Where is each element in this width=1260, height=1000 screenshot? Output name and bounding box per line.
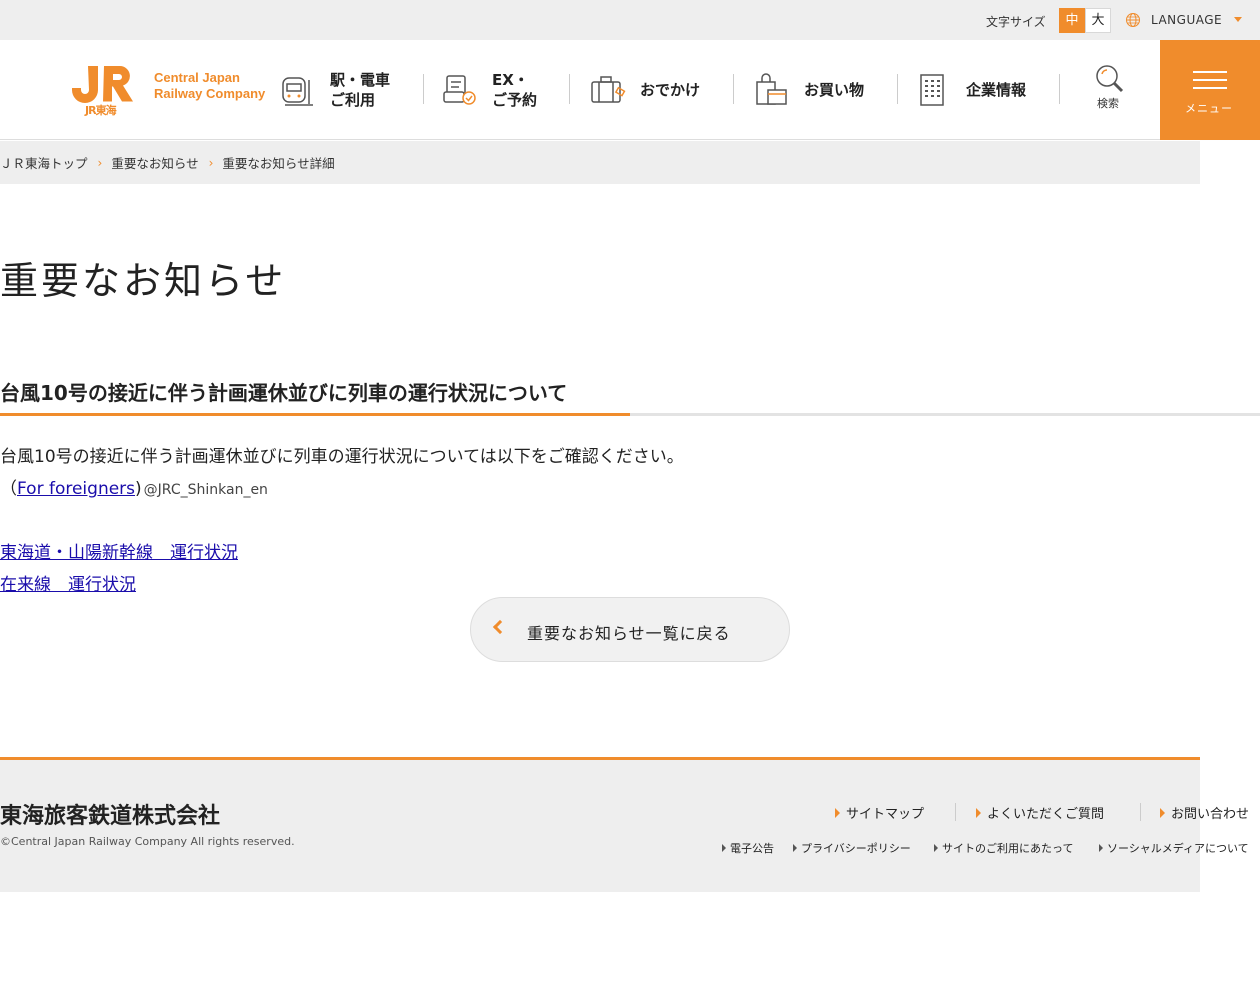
footer-link-sitemap[interactable]: サイトマップ: [835, 803, 924, 822]
caret-right-icon: [976, 807, 981, 818]
nav-label: お買い物: [804, 81, 865, 99]
paren-open: （: [0, 479, 17, 499]
nav-divider: [733, 74, 734, 104]
caret-right-icon: [1099, 844, 1103, 852]
nav-divider: [569, 74, 570, 104]
breadcrumb: ＪＲ東海トップ › 重要なお知らせ › 重要なお知らせ詳細: [0, 141, 1200, 184]
article-title: 台風10号の接近に伴う計画運休並びに列車の運行状況について: [0, 381, 568, 405]
globe-icon: [1126, 13, 1140, 27]
search-icon: [1096, 65, 1124, 93]
nav-ex-reservation[interactable]: EX・ ご予約: [442, 40, 537, 140]
building-icon: [920, 74, 944, 106]
logo-english-name: Central Japan Railway Company: [154, 70, 266, 101]
nav-station-train[interactable]: 駅・電車 ご利用: [280, 40, 390, 140]
page-title: 重要なお知らせ: [0, 259, 287, 303]
site-footer: 東海旅客鉄道株式会社 ©Central Japan Railway Compan…: [0, 757, 1249, 892]
font-size-label: 文字サイズ: [986, 15, 1046, 29]
menu-button[interactable]: メニュー: [1160, 40, 1260, 140]
company-name: 東海旅客鉄道株式会社: [0, 804, 221, 829]
hamburger-icon: [1193, 71, 1227, 73]
menu-label: メニュー: [1185, 102, 1233, 115]
search-label: 検索: [1097, 97, 1119, 110]
footer-link-social-media[interactable]: ソーシャルメディアについて: [1099, 840, 1249, 856]
chevron-left-icon: [492, 619, 508, 635]
back-to-notices-button[interactable]: 重要なお知らせ一覧に戻る: [470, 597, 790, 662]
paren-close: ): [135, 479, 142, 499]
chevron-right-icon: ›: [97, 155, 103, 170]
nav-divider: [1059, 74, 1060, 104]
jr-central-logo[interactable]: JR東海: [70, 64, 142, 117]
nav-label: EX・ ご予約: [492, 71, 538, 109]
footer-link-public-notice[interactable]: 電子公告: [722, 840, 774, 856]
nav-label: 駅・電車 ご利用: [330, 71, 391, 109]
title-underline-accent: [0, 413, 630, 416]
language-selector[interactable]: LANGUAGE: [1125, 12, 1222, 28]
train-icon: [282, 77, 313, 106]
nav-divider: [423, 74, 424, 104]
caret-right-icon: [1160, 807, 1165, 818]
footer-divider: [955, 803, 956, 821]
caret-right-icon: [835, 807, 840, 818]
copyright: ©Central Japan Railway Company All right…: [0, 835, 295, 848]
language-label: LANGUAGE: [1151, 13, 1223, 27]
hamburger-icon-line: [1193, 87, 1227, 89]
font-size-large-button[interactable]: 大: [1085, 8, 1111, 33]
hamburger-icon-line: [1193, 79, 1227, 81]
back-button-label: 重要なお知らせ一覧に戻る: [527, 624, 731, 643]
breadcrumb-current: 重要なお知らせ詳細: [222, 156, 335, 171]
caret-right-icon: [722, 844, 726, 852]
shopping-bag-icon: [756, 73, 787, 105]
site-header: JR東海 Central Japan Railway Company 駅・電車 …: [0, 40, 1260, 140]
nav-shopping[interactable]: お買い物: [754, 40, 864, 140]
footer-link-privacy[interactable]: プライバシーポリシー: [793, 840, 911, 856]
conventional-lines-status-link[interactable]: 在来線 運行状況: [0, 570, 136, 595]
breadcrumb-notices[interactable]: 重要なお知らせ: [111, 153, 198, 172]
nav-label: おでかけ: [640, 81, 701, 99]
twitter-handle: @JRC_Shinkan_en: [143, 482, 268, 498]
shinkansen-status-link[interactable]: 東海道・山陽新幹線 運行状況: [0, 538, 238, 563]
footer-link-terms[interactable]: サイトのご利用にあたって: [934, 840, 1073, 856]
chevron-right-icon: ›: [208, 155, 214, 170]
nav-divider: [897, 74, 898, 104]
font-size-medium-button[interactable]: 中: [1059, 8, 1085, 33]
chevron-down-icon: [1234, 17, 1242, 22]
suitcase-icon: [591, 76, 626, 103]
nav-outing[interactable]: おでかけ: [590, 40, 700, 140]
footer-link-faq[interactable]: よくいただくご質問: [976, 803, 1104, 822]
footer-divider: [1140, 803, 1141, 821]
for-foreigners-link[interactable]: For foreigners: [17, 479, 135, 499]
caret-right-icon: [934, 844, 938, 852]
article-body: 台風10号の接近に伴う計画運休並びに列車の運行状況については以下をご確認ください…: [0, 447, 684, 467]
logo-jp-text: JR東海: [85, 104, 117, 117]
nav-label: 企業情報: [966, 81, 1027, 99]
for-foreigners-line: （ For foreigners ) @JRC_Shinkan_en: [0, 474, 268, 499]
utility-bar: 文字サイズ 中 大 LANGUAGE: [0, 0, 1260, 40]
search-button[interactable]: [1094, 64, 1126, 98]
footer-link-contact[interactable]: お問い合わせ: [1160, 803, 1249, 822]
caret-right-icon: [793, 844, 797, 852]
breadcrumb-home[interactable]: ＪＲ東海トップ: [0, 153, 88, 172]
reservation-icon: [443, 75, 476, 105]
nav-corporate[interactable]: 企業情報: [916, 40, 1026, 140]
